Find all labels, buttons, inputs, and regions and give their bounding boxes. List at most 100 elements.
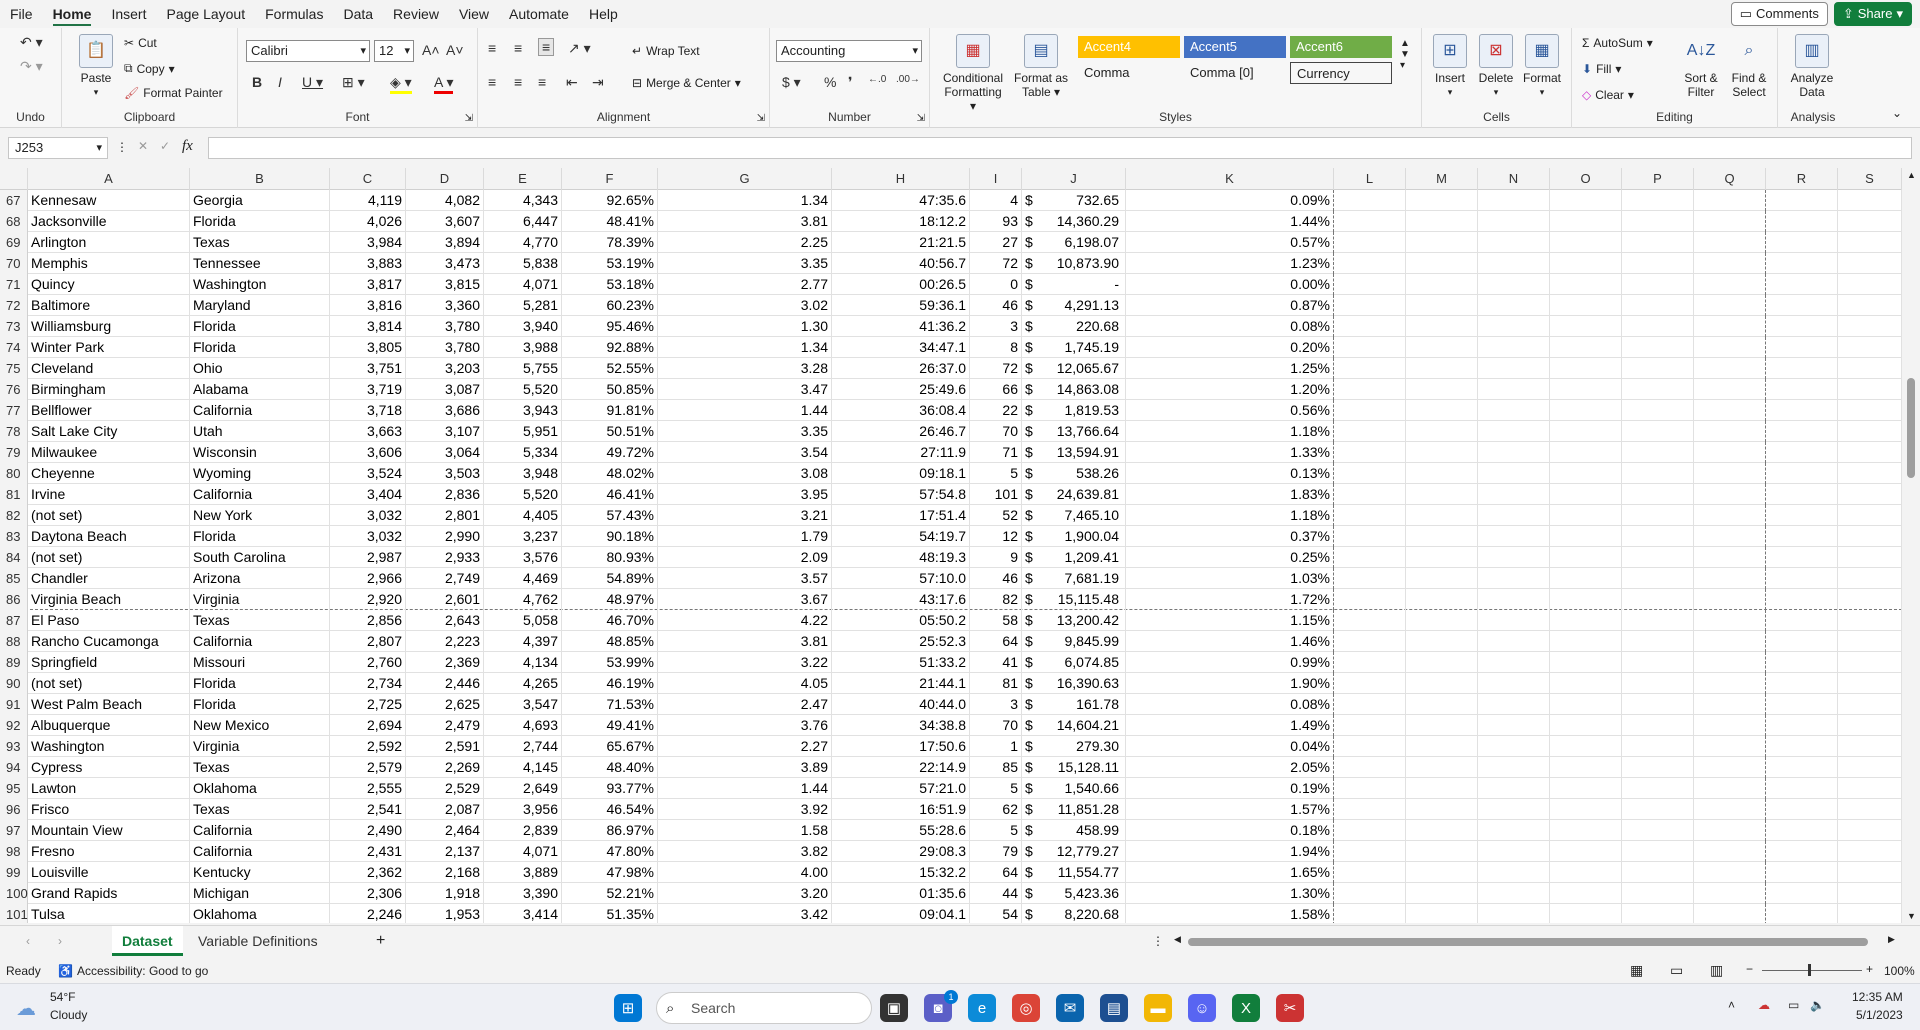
cell-c[interactable]: 3,032 <box>330 526 406 547</box>
empty-cell[interactable] <box>1622 841 1694 862</box>
weather-temp[interactable]: 54°F <box>50 990 75 1004</box>
empty-cell[interactable] <box>1622 505 1694 526</box>
dialog-launcher-icon[interactable]: ⇲ <box>465 113 473 124</box>
empty-cell[interactable] <box>1766 274 1838 295</box>
cell-a[interactable]: (not set) <box>28 547 190 568</box>
empty-cell[interactable] <box>1838 862 1902 883</box>
empty-cell[interactable] <box>1478 904 1550 923</box>
empty-cell[interactable] <box>1550 883 1622 904</box>
cell-e[interactable]: 3,414 <box>484 904 562 923</box>
cell-i[interactable]: 52 <box>970 505 1022 526</box>
cell-d[interactable]: 2,269 <box>406 757 484 778</box>
empty-cell[interactable] <box>1334 841 1406 862</box>
cell-c[interactable]: 3,814 <box>330 316 406 337</box>
cell-e[interactable]: 3,390 <box>484 883 562 904</box>
align-top-icon[interactable]: ≡ <box>488 40 496 56</box>
column-header-j[interactable]: J <box>1022 168 1126 190</box>
cell-k[interactable]: 1.83% <box>1126 484 1334 505</box>
empty-cell[interactable] <box>1766 883 1838 904</box>
empty-cell[interactable] <box>1838 736 1902 757</box>
cell-b[interactable]: Oklahoma <box>190 778 330 799</box>
copy-button[interactable]: ⧉ Copy ▾ <box>124 61 175 76</box>
empty-cell[interactable] <box>1406 421 1478 442</box>
italic-icon[interactable]: I <box>278 74 282 90</box>
empty-cell[interactable] <box>1478 211 1550 232</box>
cell-h[interactable]: 43:17.6 <box>832 589 970 610</box>
cell-d[interactable]: 3,473 <box>406 253 484 274</box>
cell-g[interactable]: 3.54 <box>658 442 832 463</box>
empty-cell[interactable] <box>1334 337 1406 358</box>
cell-g[interactable]: 3.28 <box>658 358 832 379</box>
zoom-out-icon[interactable]: − <box>1746 962 1753 976</box>
empty-cell[interactable] <box>1622 526 1694 547</box>
empty-cell[interactable] <box>1550 421 1622 442</box>
cell-c[interactable]: 2,541 <box>330 799 406 820</box>
zoom-level[interactable]: 100% <box>1884 964 1915 978</box>
column-header-b[interactable]: B <box>190 168 330 190</box>
empty-cell[interactable] <box>1334 631 1406 652</box>
cell-g[interactable]: 3.22 <box>658 652 832 673</box>
empty-cell[interactable] <box>1550 547 1622 568</box>
cell-k[interactable]: 1.44% <box>1126 211 1334 232</box>
font-name-select[interactable]: Calibri <box>246 40 370 62</box>
empty-cell[interactable] <box>1694 505 1766 526</box>
cell-c[interactable]: 3,524 <box>330 463 406 484</box>
cell-f[interactable]: 95.46% <box>562 316 658 337</box>
cell-f[interactable]: 53.18% <box>562 274 658 295</box>
empty-cell[interactable] <box>1622 295 1694 316</box>
empty-cell[interactable] <box>1766 253 1838 274</box>
cell-e[interactable]: 4,397 <box>484 631 562 652</box>
cell-j[interactable]: $24,639.81 <box>1022 484 1126 505</box>
empty-cell[interactable] <box>1550 904 1622 923</box>
cell-g[interactable]: 3.95 <box>658 484 832 505</box>
cell-e[interactable]: 4,693 <box>484 715 562 736</box>
cell-d[interactable]: 3,107 <box>406 421 484 442</box>
cell-k[interactable]: 0.56% <box>1126 400 1334 421</box>
cell-d[interactable]: 3,894 <box>406 232 484 253</box>
cell-a[interactable]: Lawton <box>28 778 190 799</box>
cell-b[interactable]: Texas <box>190 799 330 820</box>
empty-cell[interactable] <box>1406 841 1478 862</box>
row-header[interactable]: 69 <box>0 232 28 253</box>
cell-c[interactable]: 2,306 <box>330 883 406 904</box>
menu-tab-automate[interactable]: Automate <box>499 0 579 28</box>
cell-j[interactable]: $1,745.19 <box>1022 337 1126 358</box>
empty-cell[interactable] <box>1406 547 1478 568</box>
empty-cell[interactable] <box>1622 631 1694 652</box>
cell-g[interactable]: 4.22 <box>658 610 832 631</box>
cell-e[interactable]: 2,649 <box>484 778 562 799</box>
cell-b[interactable]: Florida <box>190 211 330 232</box>
cell-h[interactable]: 48:19.3 <box>832 547 970 568</box>
cell-a[interactable]: Jacksonville <box>28 211 190 232</box>
cell-k[interactable]: 1.25% <box>1126 358 1334 379</box>
style-accent6[interactable]: Accent6 <box>1290 36 1392 58</box>
cell-j[interactable]: $13,594.91 <box>1022 442 1126 463</box>
cell-c[interactable]: 2,760 <box>330 652 406 673</box>
cell-e[interactable]: 4,762 <box>484 589 562 610</box>
column-header-n[interactable]: N <box>1478 168 1550 190</box>
empty-cell[interactable] <box>1550 589 1622 610</box>
cell-h[interactable]: 17:51.4 <box>832 505 970 526</box>
cell-b[interactable]: Washington <box>190 274 330 295</box>
empty-cell[interactable] <box>1622 883 1694 904</box>
cell-k[interactable]: 1.03% <box>1126 568 1334 589</box>
cell-a[interactable]: Mountain View <box>28 820 190 841</box>
percent-icon[interactable]: % <box>824 74 836 90</box>
cell-f[interactable]: 57.43% <box>562 505 658 526</box>
cell-h[interactable]: 21:21.5 <box>832 232 970 253</box>
format-cells-button[interactable]: ▦ Format ▾ <box>1520 34 1564 99</box>
paste-button[interactable]: 📋 Paste ▾ <box>76 34 116 99</box>
row-header[interactable]: 73 <box>0 316 28 337</box>
cell-g[interactable]: 4.05 <box>658 673 832 694</box>
empty-cell[interactable] <box>1694 589 1766 610</box>
clear-button[interactable]: ◇ Clear ▾ <box>1582 88 1634 102</box>
cell-f[interactable]: 49.72% <box>562 442 658 463</box>
empty-cell[interactable] <box>1334 526 1406 547</box>
empty-cell[interactable] <box>1694 253 1766 274</box>
cell-h[interactable]: 40:44.0 <box>832 694 970 715</box>
cell-f[interactable]: 53.99% <box>562 652 658 673</box>
column-header-k[interactable]: K <box>1126 168 1334 190</box>
cell-h[interactable]: 29:08.3 <box>832 841 970 862</box>
cell-i[interactable]: 101 <box>970 484 1022 505</box>
cell-k[interactable]: 1.49% <box>1126 715 1334 736</box>
